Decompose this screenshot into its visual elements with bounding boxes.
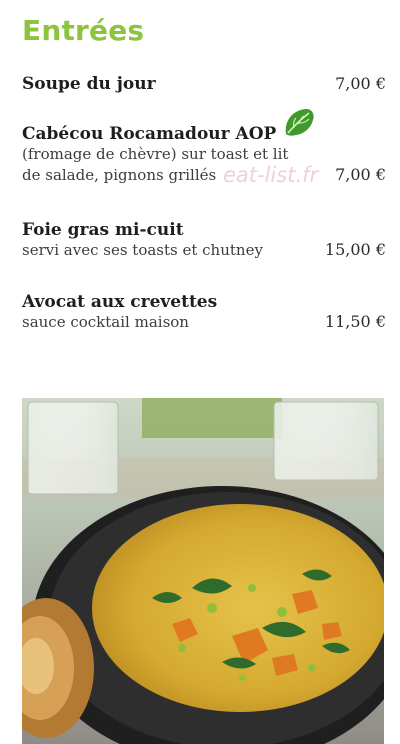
item-name: Foie gras mi-cuit [22, 220, 184, 240]
green-leaf-icon [285, 109, 314, 136]
menu-item-avocat: Avocat aux crevettes sauce cocktail mais… [22, 292, 386, 333]
menu-item-cabecou: Cabécou Rocamadour AOP (fromage de chèvr… [22, 124, 386, 186]
item-name: Soupe du jour [22, 74, 156, 94]
menu-item-foie-gras: Foie gras mi-cuit servi avec ses toasts … [22, 220, 386, 261]
menu-item-soupe: Soupe du jour 7,00 € [22, 74, 386, 94]
soup-bowl-photo [22, 398, 384, 744]
item-description-line: de salade, pignons grillés [22, 166, 217, 184]
item-description-line: servi avec ses toasts et chutney [22, 241, 263, 259]
item-name: Cabécou Rocamadour AOP [22, 124, 277, 144]
item-price: 7,00 € [335, 165, 386, 184]
item-price: 15,00 € [324, 240, 386, 259]
item-price: 7,00 € [335, 74, 386, 93]
item-description-line: sauce cocktail maison [22, 313, 189, 331]
watermark-text: eat-list.fr [223, 163, 319, 187]
section-title: Entrées [22, 14, 145, 47]
item-description-line: (fromage de chèvre) sur toast et lit [22, 145, 289, 163]
item-name: Avocat aux crevettes [22, 292, 218, 312]
item-price: 11,50 € [324, 312, 386, 331]
